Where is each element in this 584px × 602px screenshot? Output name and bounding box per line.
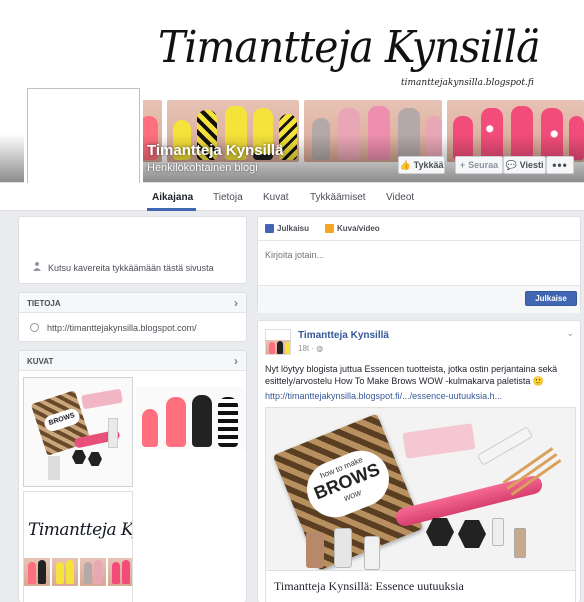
chevron-right-icon: › — [234, 354, 238, 368]
about-card-header[interactable]: TIETOJA › — [19, 293, 246, 313]
cover-blog-url: timanttejakynsilla.blogspot.fi — [401, 78, 534, 88]
photos-card-header[interactable]: KUVAT › — [19, 351, 246, 371]
tab-info[interactable]: Tietoja — [213, 192, 243, 203]
chevron-right-icon: › — [234, 296, 238, 310]
post-link-image[interactable]: how to make BROWS wow — [265, 407, 576, 571]
like-button-label: Tykkää — [413, 160, 444, 170]
invite-friends-card: Kutsu kavereita tykkäämään tästä sivusta — [18, 216, 247, 284]
more-options-button[interactable]: ••• — [546, 156, 574, 174]
like-button[interactable]: 👍 Tykkää — [398, 156, 445, 174]
tab-likes[interactable]: Tykkäämiset — [310, 192, 366, 203]
globe-icon — [30, 323, 39, 332]
composer-tab-status-label: Julkaisu — [277, 224, 310, 233]
page-category[interactable]: Henkilökohtainen blogi — [147, 162, 258, 174]
photos-card: KUVAT › BROWS Timantteja Kynsillä — [18, 350, 247, 602]
composer-tab-status[interactable]: Julkaisu — [265, 224, 309, 233]
cover-title: Timantteja Kynsillä — [158, 22, 540, 73]
post-composer: Julkaisu Kuva/video Julkaise — [257, 216, 581, 313]
post-author-name[interactable]: Timantteja Kynsillä — [298, 330, 389, 341]
message-button-label: Viesti — [519, 160, 544, 170]
follow-button-label: Seuraa — [468, 160, 499, 170]
composer-tab-photo-label: Kuva/video — [337, 224, 380, 233]
post-author-avatar[interactable] — [265, 329, 291, 355]
thumbnail-cover-title: Timantteja Kynsillä — [28, 520, 133, 540]
website-link[interactable]: http://timanttejakynsilla.blogspot.com/ — [47, 323, 197, 333]
composer-tabs: Julkaisu Kuva/video — [258, 217, 580, 241]
post-timestamp[interactable]: 18t · ◍ — [298, 344, 323, 353]
post-timestamp-text: 18t · — [298, 344, 315, 353]
composer-tab-photo[interactable]: Kuva/video — [325, 224, 380, 233]
chevron-down-icon[interactable]: ⌄ — [566, 328, 574, 339]
composer-footer: Julkaise — [258, 285, 580, 313]
tab-photos[interactable]: Kuvat — [263, 192, 289, 203]
post-link[interactable]: http://timanttejakynsilla.blogspot.fi/..… — [265, 391, 502, 401]
publish-button[interactable]: Julkaise — [525, 291, 577, 306]
tab-timeline[interactable]: Aikajana — [152, 192, 193, 203]
invite-friends-link[interactable]: Kutsu kavereita tykkäämään tästä sivusta — [48, 263, 214, 273]
pencil-icon — [265, 224, 274, 233]
photo-thumbnail-cover[interactable]: Timantteja Kynsillä — [23, 491, 133, 602]
follow-button[interactable]: + Seuraa — [455, 156, 503, 174]
message-button[interactable]: 💬 Viesti — [503, 156, 546, 174]
post-text: Nyt löytyy blogista juttua Essencen tuot… — [265, 364, 558, 386]
photo-thumbnail-nails[interactable] — [136, 387, 246, 449]
active-tab-indicator — [147, 208, 196, 211]
plus-icon: + — [459, 160, 466, 170]
page-name[interactable]: Timantteja Kynsillä — [147, 142, 283, 159]
photos-card-title: KUVAT — [27, 357, 54, 366]
people-icon — [33, 262, 41, 271]
composer-input[interactable] — [265, 250, 565, 260]
thumbs-up-icon: 👍 — [399, 159, 411, 170]
globe-icon: ◍ — [316, 344, 324, 353]
about-card-title: TIETOJA — [27, 299, 61, 308]
about-card: TIETOJA › http://timanttejakynsilla.blog… — [18, 292, 247, 342]
page-tab-bar: Aikajana Tietoja Kuvat Tykkäämiset Video… — [0, 183, 584, 211]
photo-thumbnail-essence-products[interactable]: BROWS — [23, 377, 133, 487]
timeline-post: Timantteja Kynsillä 18t · ◍ ⌄ Nyt löytyy… — [257, 320, 581, 602]
post-link-title[interactable]: Timantteja Kynsillä: Essence uutuuksia — [265, 571, 576, 602]
tab-videos[interactable]: Videot — [386, 192, 414, 203]
photo-icon — [325, 224, 334, 233]
chat-bubble-icon: 💬 — [505, 159, 517, 170]
